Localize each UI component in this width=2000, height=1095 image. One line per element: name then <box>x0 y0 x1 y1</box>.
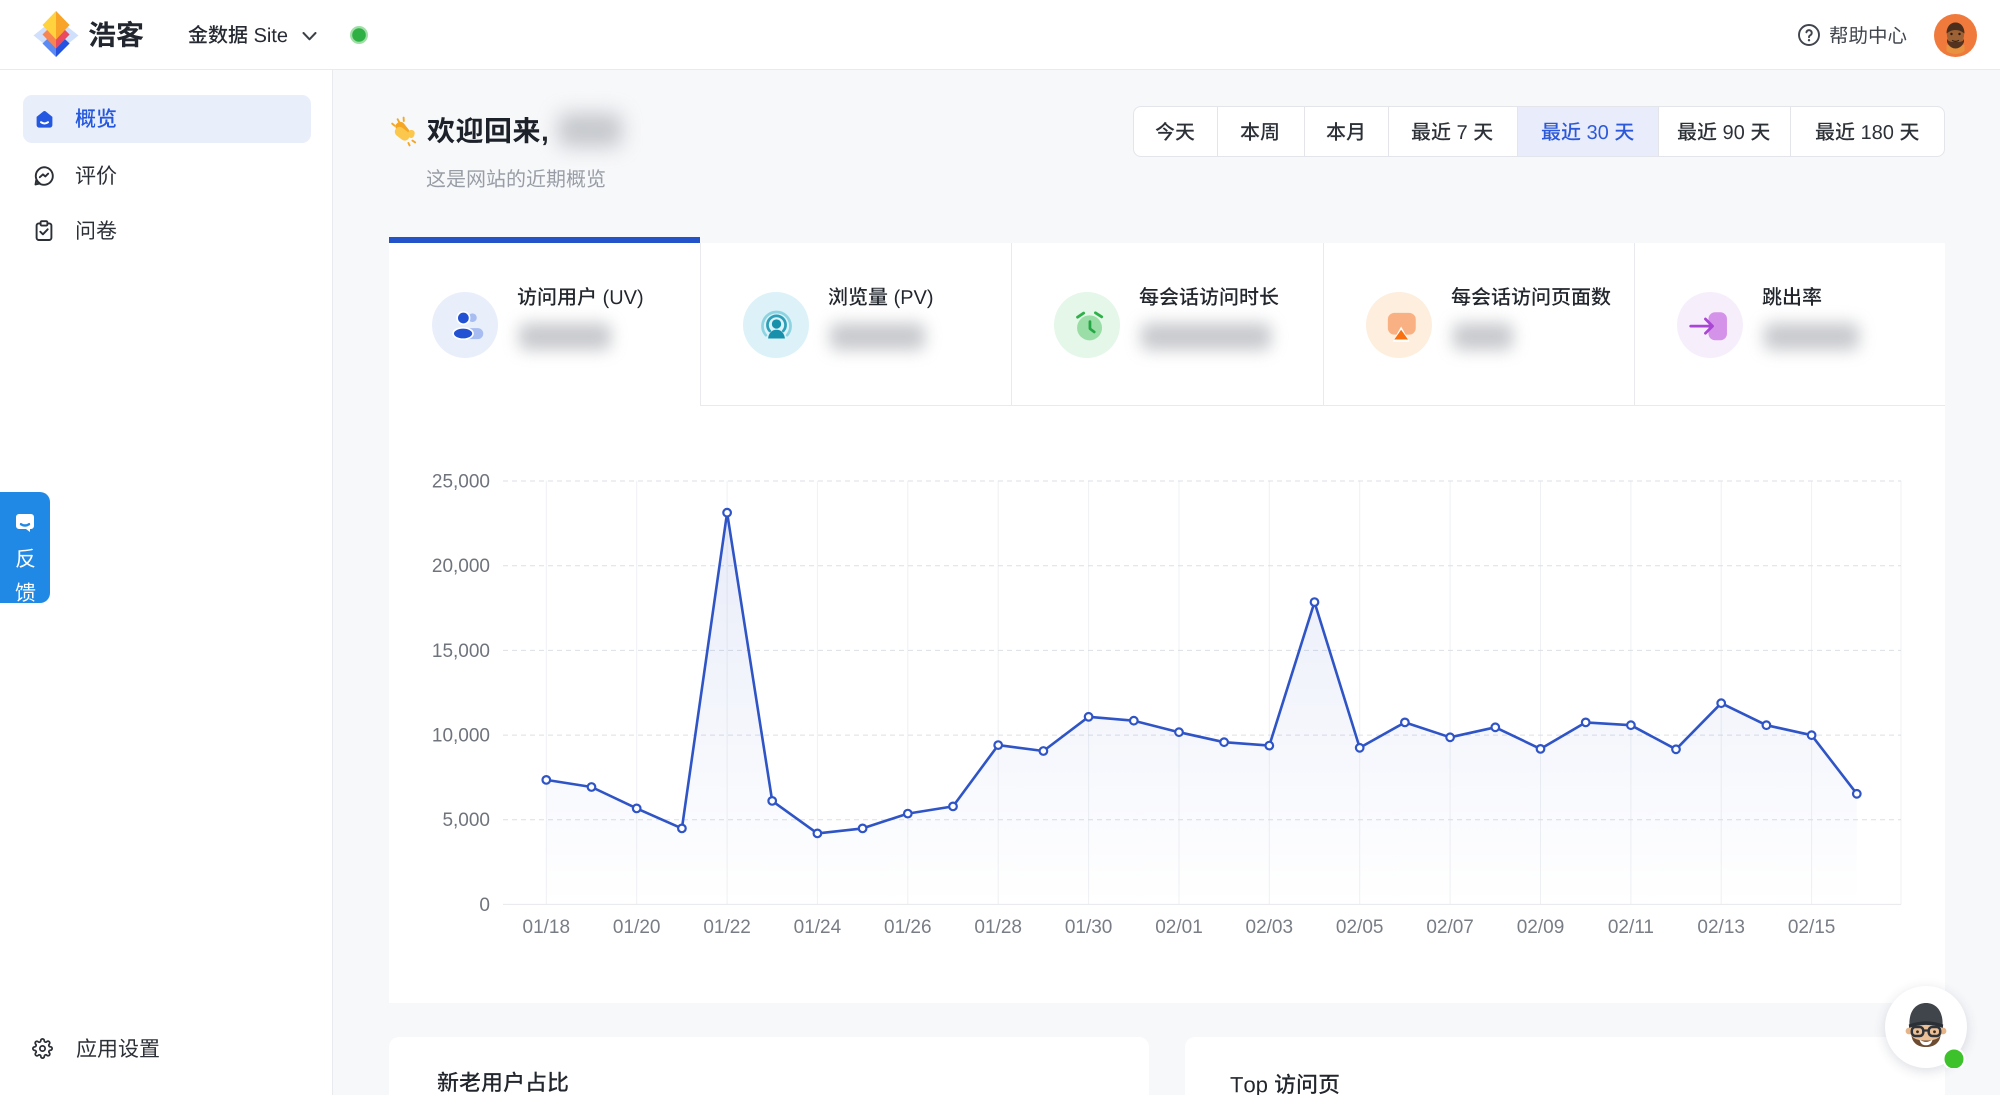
svg-text:01/24: 01/24 <box>794 917 842 938</box>
svg-text:02/09: 02/09 <box>1517 917 1565 938</box>
svg-text:10,000: 10,000 <box>432 726 490 747</box>
svg-text:02/07: 02/07 <box>1426 917 1474 938</box>
svg-text:02/03: 02/03 <box>1246 917 1294 938</box>
svg-text:01/30: 01/30 <box>1065 917 1113 938</box>
svg-text:02/01: 02/01 <box>1155 917 1203 938</box>
svg-text:01/28: 01/28 <box>974 917 1022 938</box>
svg-text:0: 0 <box>479 895 490 916</box>
svg-text:01/20: 01/20 <box>613 917 661 938</box>
svg-text:02/13: 02/13 <box>1697 917 1745 938</box>
svg-text:25,000: 25,000 <box>432 472 490 493</box>
svg-text:01/26: 01/26 <box>884 917 932 938</box>
svg-text:02/05: 02/05 <box>1336 917 1384 938</box>
svg-text:01/22: 01/22 <box>703 917 751 938</box>
svg-text:15,000: 15,000 <box>432 641 490 662</box>
svg-text:02/15: 02/15 <box>1788 917 1836 938</box>
svg-text:5,000: 5,000 <box>442 810 490 831</box>
svg-text:20,000: 20,000 <box>432 556 490 577</box>
svg-text:02/11: 02/11 <box>1608 917 1654 938</box>
svg-text:01/18: 01/18 <box>523 917 571 938</box>
